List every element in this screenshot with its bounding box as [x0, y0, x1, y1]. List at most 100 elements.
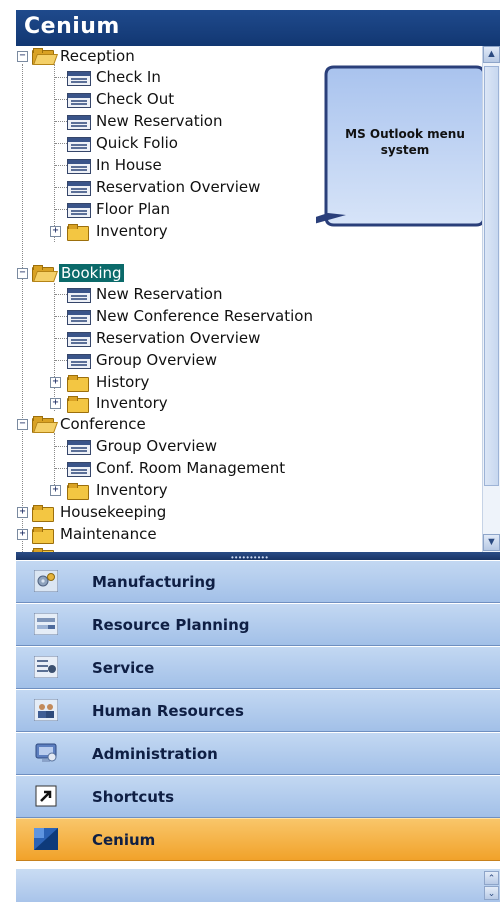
- open-folder-icon: [32, 265, 59, 282]
- folder-icon: [67, 375, 89, 392]
- nav-button-shortcuts[interactable]: Shortcuts: [16, 775, 500, 818]
- expand-icon[interactable]: +: [17, 529, 28, 540]
- nav-label: Human Resources: [92, 702, 244, 720]
- tree-node-label: Inventory: [96, 394, 168, 412]
- callout-line-2: system: [380, 143, 430, 157]
- tree-node-reception-inventory[interactable]: + Inventory: [16, 221, 316, 242]
- chevron-up-icon[interactable]: ⌃: [484, 871, 499, 885]
- shortcut-arrow-icon: [35, 785, 57, 807]
- expand-icon[interactable]: +: [50, 398, 61, 409]
- expand-icon[interactable]: +: [50, 377, 61, 388]
- nav-button-resource-planning[interactable]: Resource Planning: [16, 603, 500, 646]
- callout-text: MS Outlook menu system: [326, 126, 484, 158]
- chevron-down-icon[interactable]: ⌄: [484, 886, 499, 900]
- folder-icon: [32, 527, 54, 544]
- form-icon: [67, 93, 91, 108]
- tree-node-history[interactable]: + History: [16, 372, 316, 393]
- cenium-logo-icon: [34, 828, 58, 850]
- form-icon: [67, 203, 91, 218]
- callout-line-1: MS Outlook menu: [345, 127, 465, 141]
- collapse-icon[interactable]: −: [17, 419, 28, 430]
- tree-node-booking-inventory[interactable]: + Inventory: [16, 393, 316, 414]
- nav-overflow-bar: ⌃ ⌄: [16, 869, 500, 902]
- tree-item-label: Reservation Overview: [96, 178, 261, 196]
- nav-label: Manufacturing: [92, 573, 216, 591]
- tree-item-reservation-overview[interactable]: Reservation Overview: [16, 177, 316, 198]
- form-icon: [67, 137, 91, 152]
- tree-node-label: Conference: [60, 415, 146, 433]
- tree-item-check-in[interactable]: Check In: [16, 67, 316, 88]
- tree-item-booking-new-reservation[interactable]: New Reservation: [16, 284, 376, 305]
- computer-admin-icon: [35, 743, 57, 762]
- expand-icon[interactable]: +: [17, 507, 28, 518]
- tree-item-label: New Reservation: [96, 285, 223, 303]
- tree-item-floor-plan[interactable]: Floor Plan: [16, 199, 316, 220]
- folder-icon: [67, 483, 89, 500]
- tree-item-label: Conf. Room Management: [96, 459, 286, 477]
- tree-node-maintenance[interactable]: + Maintenance: [16, 524, 316, 545]
- tree-item-new-reservation[interactable]: New Reservation: [16, 111, 316, 132]
- nav-button-human-resources[interactable]: Human Resources: [16, 689, 500, 732]
- tree-item-label: Reservation Overview: [96, 329, 261, 347]
- open-folder-icon: [32, 48, 59, 65]
- tree-item-label: New Reservation: [96, 112, 223, 130]
- form-icon: [67, 462, 91, 477]
- form-icon: [67, 440, 91, 455]
- scroll-down-icon[interactable]: ▼: [483, 534, 500, 551]
- tree-item-booking-reservation-overview[interactable]: Reservation Overview: [16, 328, 376, 349]
- pane-title-bar: Cenium: [16, 10, 500, 46]
- form-icon: [67, 71, 91, 86]
- form-icon: [67, 115, 91, 130]
- nav-label: Service: [92, 659, 155, 677]
- tree-item-conf-room-management[interactable]: Conf. Room Management: [16, 458, 376, 479]
- navigation-pane: Cenium − Reception Check In Check Out Ne…: [16, 10, 500, 902]
- tree-node-label: Housekeeping: [60, 503, 167, 521]
- nav-label: Shortcuts: [92, 788, 175, 806]
- tree-node-label: Inventory: [96, 222, 168, 240]
- tree-item-in-house[interactable]: In House: [16, 155, 316, 176]
- tree-scrollbar[interactable]: ▲ ▼: [482, 46, 500, 552]
- tree-item-label: Group Overview: [96, 437, 218, 455]
- nav-label: Cenium: [92, 831, 156, 849]
- tree-node-booking[interactable]: − Booking: [16, 263, 316, 284]
- nav-label: Administration: [92, 745, 218, 763]
- form-icon: [67, 354, 91, 369]
- tree-item-label: Floor Plan: [96, 200, 170, 218]
- tree-node-reception[interactable]: − Reception: [16, 46, 316, 67]
- pane-splitter[interactable]: ••••••••••: [16, 552, 500, 562]
- folder-icon: [67, 396, 89, 413]
- tree-item-check-out[interactable]: Check Out: [16, 89, 316, 110]
- collapse-icon[interactable]: −: [17, 51, 28, 62]
- pane-title: Cenium: [24, 14, 120, 39]
- scroll-thumb[interactable]: [484, 66, 499, 486]
- collapse-icon[interactable]: −: [17, 268, 28, 279]
- tree-node-conference-inventory[interactable]: + Inventory: [16, 480, 316, 501]
- nav-button-administration[interactable]: Administration: [16, 732, 500, 775]
- expand-icon[interactable]: +: [50, 226, 61, 237]
- tree-item-label: Check In: [96, 68, 161, 86]
- tree-item-booking-group-overview[interactable]: Group Overview: [16, 350, 376, 371]
- folder-icon: [67, 224, 89, 241]
- tree-item-label: Quick Folio: [96, 134, 178, 152]
- tree-node-label: Maintenance: [60, 525, 157, 543]
- nav-label: Resource Planning: [92, 616, 250, 634]
- planning-board-icon: [34, 613, 58, 635]
- tree-node-housekeeping[interactable]: + Housekeeping: [16, 502, 316, 523]
- tree-item-label: New Conference Reservation: [96, 307, 313, 325]
- tree-item-label: Group Overview: [96, 351, 218, 369]
- tree-item-label: Check Out: [96, 90, 175, 108]
- nav-button-manufacturing[interactable]: Manufacturing: [16, 560, 500, 603]
- scroll-up-icon[interactable]: ▲: [483, 46, 500, 63]
- tree-item-conference-group-overview[interactable]: Group Overview: [16, 436, 376, 457]
- gears-icon: [34, 570, 58, 592]
- form-icon: [67, 332, 91, 347]
- tree-item-new-conference-reservation[interactable]: New Conference Reservation: [16, 306, 376, 327]
- expand-icon[interactable]: +: [50, 485, 61, 496]
- tree-node-conference[interactable]: − Conference: [16, 414, 316, 435]
- form-icon: [67, 159, 91, 174]
- nav-button-cenium[interactable]: Cenium: [16, 818, 500, 861]
- nav-button-service[interactable]: Service: [16, 646, 500, 689]
- tree-node-label: Reception: [60, 47, 135, 65]
- tree-node-label-selected: Booking: [59, 264, 124, 282]
- tree-item-quick-folio[interactable]: Quick Folio: [16, 133, 316, 154]
